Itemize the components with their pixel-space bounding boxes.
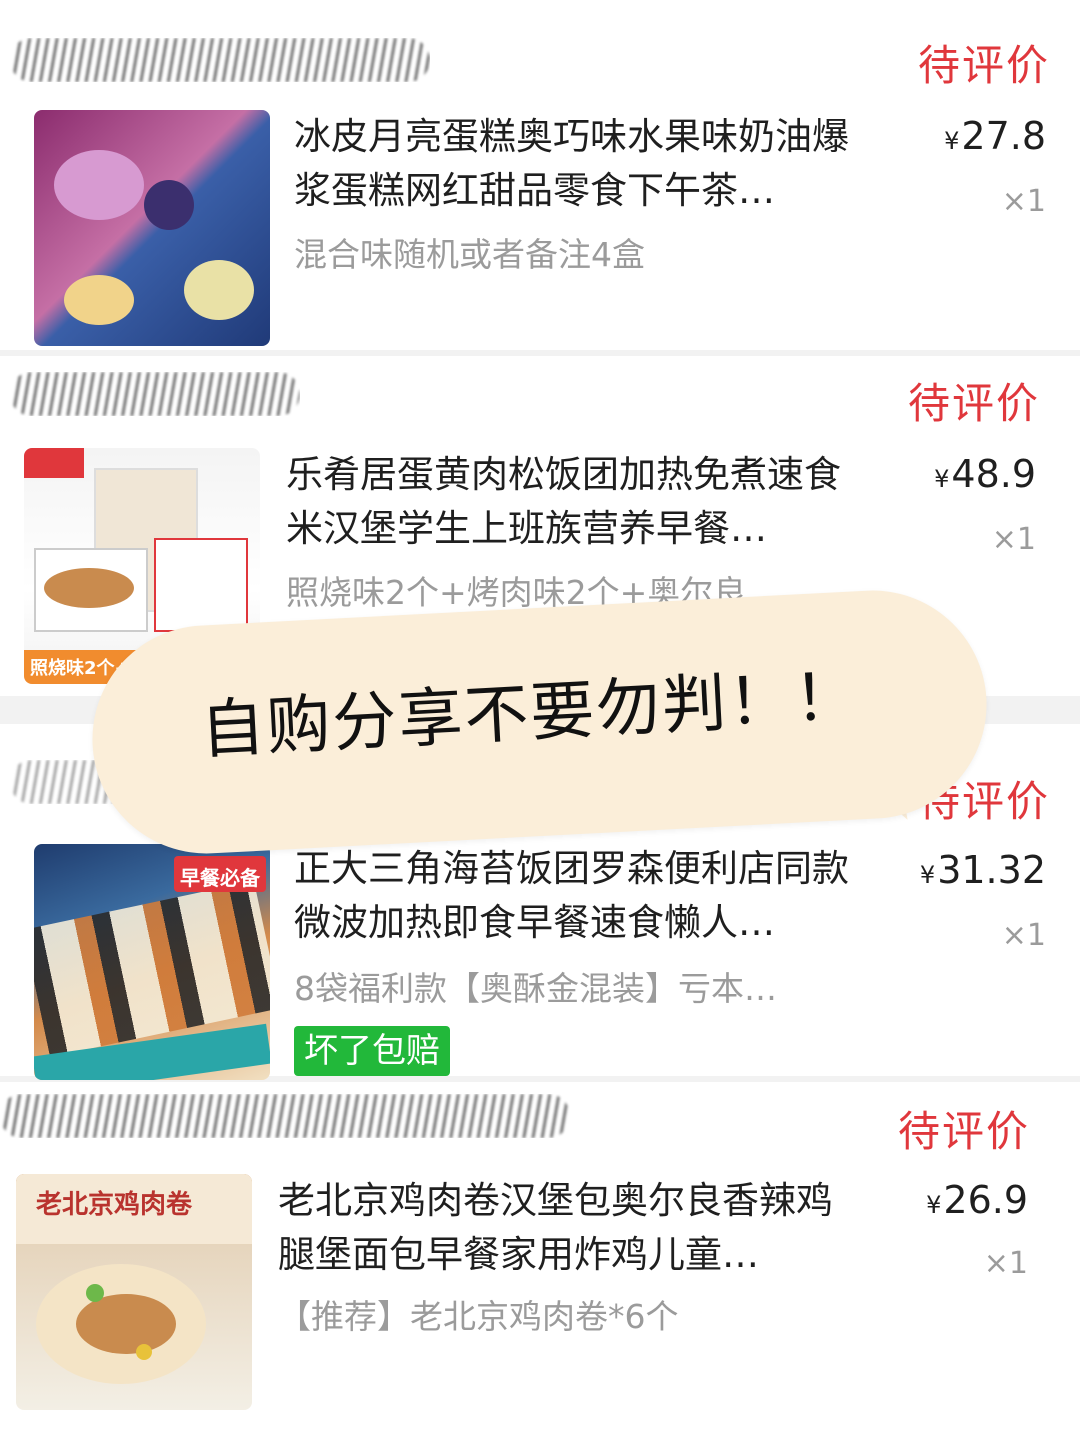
price-value: 48.9 <box>951 452 1036 496</box>
order-status: 待评价 <box>918 41 1051 90</box>
order-card-1[interactable]: 待评价 冰皮月亮蛋糕奥巧味水果味奶油爆浆蛋糕网红甜品零食下午茶… 混合味随机或者… <box>0 0 1080 350</box>
thumbnail-caption: 早餐必备 <box>180 866 260 890</box>
currency-symbol: ¥ <box>934 465 950 493</box>
order-card-4[interactable]: 待评价 老北京鸡肉卷 老北京鸡肉卷汉堡包奥尔良香辣鸡腿堡面包早餐家用炸鸡儿童… … <box>0 1082 1080 1440</box>
thumbnail-caption: 老北京鸡肉卷 <box>36 1190 193 1220</box>
product-spec: 8袋福利款【奥酥金混装】亏本… <box>294 969 777 1008</box>
price-value: 27.8 <box>961 114 1046 158</box>
store-name-redacted <box>10 38 430 82</box>
product-quantity: ×1 <box>1001 184 1046 219</box>
product-price: ¥31.32 <box>866 848 1046 892</box>
product-title[interactable]: 乐肴居蛋黄肉松饭团加热免煮速食米汉堡学生上班族营养早餐… <box>286 448 866 556</box>
product-quantity: ×1 <box>1001 918 1046 953</box>
product-thumbnail[interactable] <box>34 110 270 346</box>
price-value: 26.9 <box>943 1178 1028 1222</box>
store-name-redacted <box>0 1094 570 1138</box>
order-status: 待评价 <box>908 379 1041 428</box>
store-name-redacted <box>10 372 300 416</box>
currency-symbol: ¥ <box>926 1191 942 1219</box>
guarantee-tag: 坏了包赔 <box>294 1026 450 1076</box>
product-quantity: ×1 <box>991 522 1036 557</box>
product-price: ¥27.8 <box>866 114 1046 158</box>
product-title[interactable]: 正大三角海苔饭团罗森便利店同款微波加热即食早餐速食懒人… <box>294 842 874 950</box>
product-title[interactable]: 冰皮月亮蛋糕奥巧味水果味奶油爆浆蛋糕网红甜品零食下午茶… <box>294 110 874 218</box>
price-value: 31.32 <box>937 848 1046 892</box>
product-thumbnail[interactable]: 早餐必备 <box>34 844 270 1080</box>
currency-symbol: ¥ <box>944 127 960 155</box>
product-title[interactable]: 老北京鸡肉卷汉堡包奥尔良香辣鸡腿堡面包早餐家用炸鸡儿童… <box>278 1174 858 1282</box>
product-thumbnail[interactable]: 老北京鸡肉卷 <box>16 1174 252 1410</box>
product-quantity: ×1 <box>983 1246 1028 1281</box>
product-price: ¥48.9 <box>856 452 1036 496</box>
product-price: ¥26.9 <box>848 1178 1028 1222</box>
order-status: 待评价 <box>898 1107 1031 1156</box>
product-spec: 混合味随机或者备注4盒 <box>294 235 645 274</box>
product-spec: 【推荐】老北京鸡肉卷*6个 <box>278 1297 679 1336</box>
currency-symbol: ¥ <box>919 861 936 889</box>
